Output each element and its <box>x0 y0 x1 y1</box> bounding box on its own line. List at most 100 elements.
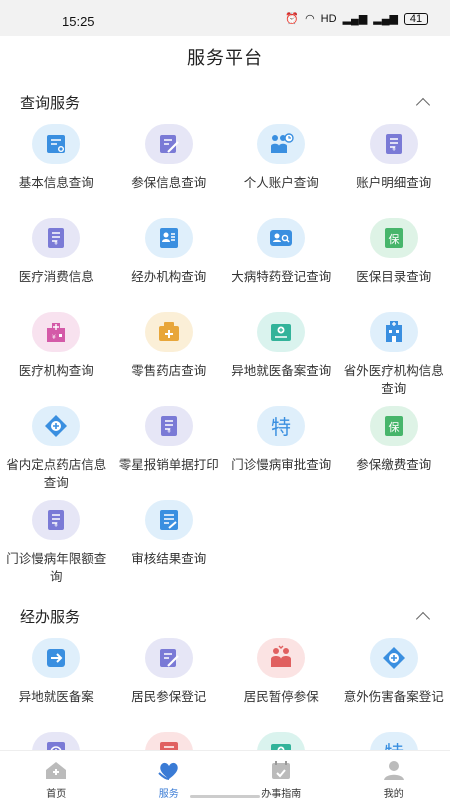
service-item[interactable]: 特 <box>338 732 450 750</box>
svg-text:特: 特 <box>384 741 404 750</box>
svg-text:¥: ¥ <box>392 146 396 153</box>
svg-text:¥: ¥ <box>54 522 58 529</box>
status-time: 15:25 <box>62 14 95 29</box>
service-item[interactable]: 审核结果查询 <box>113 500 226 594</box>
tab-mine[interactable]: 我的 <box>338 751 450 801</box>
people-pause-icon <box>257 638 305 678</box>
medical-cross-icon-svg <box>43 413 69 439</box>
service-item[interactable]: 异地就医备案查询 <box>225 312 338 406</box>
service-item[interactable]: 基本信息查询 <box>0 124 113 218</box>
ledger-icon: ¥ <box>370 124 418 164</box>
service-item-label: 零售药店查询 <box>117 362 222 380</box>
section-header: 经办服务 <box>0 594 450 638</box>
service-item-label: 居民暂停参保 <box>229 688 334 706</box>
ledger-icon-svg: ¥ <box>43 507 69 533</box>
service-content[interactable]: 查询服务 基本信息查询参保信息查询个人账户查询¥账户明细查询¥医疗消费信息经办机… <box>0 80 450 750</box>
service-item[interactable]: 特门诊慢病审批查询 <box>225 406 338 500</box>
tab-guide[interactable]: 办事指南 <box>225 751 338 801</box>
tab-label: 首页 <box>0 785 113 800</box>
service-item[interactable]: 经办机构查询 <box>113 218 226 312</box>
svg-text:保: 保 <box>388 420 399 434</box>
service-item[interactable]: ¥零星报销单据打印 <box>113 406 226 500</box>
wifi-icon: ◠ <box>305 12 315 25</box>
service-item[interactable]: 居民暂停参保 <box>225 638 338 732</box>
tab-label: 我的 <box>338 785 450 800</box>
service-item[interactable]: 意外伤害备案登记 <box>338 638 450 732</box>
service-item[interactable] <box>113 732 226 750</box>
medicine-box-icon-svg <box>156 319 182 345</box>
ledger-icon-svg: ¥ <box>156 413 182 439</box>
service-item-label: 个人账户查询 <box>229 174 334 192</box>
transfer-in-icon-svg <box>43 645 69 671</box>
service-item[interactable] <box>0 732 113 750</box>
service-item-label: 省外医疗机构信息查询 <box>342 362 447 398</box>
tab-service[interactable]: 服务 <box>113 751 226 801</box>
status-icons: ⏰ ◠ HD ▂▄▆ ▂▄▆ 41 <box>285 12 428 25</box>
service-item-label: 异地就医备案查询 <box>229 362 334 380</box>
id-card-icon <box>32 124 80 164</box>
service-item-label: 审核结果查询 <box>117 550 222 568</box>
service-item[interactable]: 大病特药登记查询 <box>225 218 338 312</box>
special-char-icon-svg: 特 <box>268 413 294 439</box>
service-item[interactable]: ¥门诊慢病年限额查询 <box>0 500 113 594</box>
contact-card-icon <box>145 218 193 258</box>
clock-document-icon <box>32 732 80 750</box>
transfer-in-icon <box>32 638 80 678</box>
ledger-icon: ¥ <box>32 500 80 540</box>
special-char-icon: 特 <box>370 732 418 750</box>
service-item[interactable]: 保医保目录查询 <box>338 218 450 312</box>
hospital-building-icon-svg: ¥ <box>43 319 69 345</box>
page-header: 服务平台 <box>0 36 450 80</box>
hospital-icon-svg <box>381 319 407 345</box>
svg-text:¥: ¥ <box>52 334 56 341</box>
svg-text:特: 特 <box>271 415 291 439</box>
service-item[interactable]: 省内定点药店信息查询 <box>0 406 113 500</box>
service-item[interactable]: 参保信息查询 <box>113 124 226 218</box>
service-item[interactable]: 个人账户查询 <box>225 124 338 218</box>
service-item[interactable]: 异地就医备案 <box>0 638 113 732</box>
service-item-label: 居民参保登记 <box>117 688 222 706</box>
ledger-icon: ¥ <box>32 218 80 258</box>
home-indicator <box>190 795 260 798</box>
section-header: 查询服务 <box>0 80 450 124</box>
insurance-book-icon: 保 <box>370 218 418 258</box>
service-item[interactable]: 保参保缴费查询 <box>338 406 450 500</box>
service-item[interactable]: ¥账户明细查询 <box>338 124 450 218</box>
service-item-label: 医保目录查询 <box>342 268 447 286</box>
edit-document-icon-svg <box>156 645 182 671</box>
service-item[interactable]: 居民参保登记 <box>113 638 226 732</box>
clock-document-icon-svg <box>43 739 69 750</box>
query-service-grid: 基本信息查询参保信息查询个人账户查询¥账户明细查询¥医疗消费信息经办机构查询大病… <box>0 124 450 594</box>
insurance-book-icon-svg: 保 <box>381 413 407 439</box>
people-pause-icon-svg <box>268 645 294 671</box>
page-title: 服务平台 <box>0 36 450 80</box>
medical-cross-icon <box>370 638 418 678</box>
hospital-building-icon: ¥ <box>32 312 80 352</box>
user-profile-icon <box>382 759 406 781</box>
svg-text:¥: ¥ <box>54 240 58 247</box>
people-clock-icon <box>257 124 305 164</box>
red-document-icon <box>145 732 193 750</box>
hospital-icon <box>370 312 418 352</box>
service-item-label: 医疗消费信息 <box>4 268 109 286</box>
medical-card-icon <box>257 312 305 352</box>
service-item[interactable]: 零售药店查询 <box>113 312 226 406</box>
medical-cross-icon <box>32 406 80 446</box>
edit-document-icon-svg <box>156 131 182 157</box>
tab-home[interactable]: 首页 <box>0 751 113 801</box>
ledger-icon-svg: ¥ <box>43 225 69 251</box>
bottom-tab-bar: 首页 服务 办事指南 我的 <box>0 750 450 801</box>
chevron-up-icon[interactable] <box>416 98 430 112</box>
service-item-label: 参保缴费查询 <box>342 456 447 474</box>
service-item[interactable]: ¥ 医疗机构查询 <box>0 312 113 406</box>
review-document-icon <box>145 500 193 540</box>
battery-icon: 41 <box>404 13 428 25</box>
chevron-up-icon[interactable] <box>416 612 430 626</box>
service-item[interactable] <box>225 732 338 750</box>
service-heart-icon <box>157 759 181 781</box>
service-item-label: 门诊慢病审批查询 <box>229 456 334 474</box>
hd-icon: HD <box>321 13 337 25</box>
service-item[interactable]: ¥ 医疗消费信息 <box>0 218 113 312</box>
service-item[interactable]: 省外医疗机构信息查询 <box>338 312 450 406</box>
service-item-label: 医疗机构查询 <box>4 362 109 380</box>
